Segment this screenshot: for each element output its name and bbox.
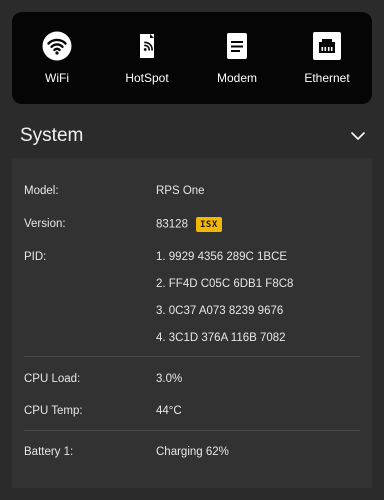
pid-item: 1. 9929 4356 289C 1BCE	[156, 251, 288, 263]
nav-wifi-label: WiFi	[45, 71, 69, 85]
pid-item: 2. FF4D C05C 6DB1 F8C8	[156, 278, 294, 290]
model-label: Model:	[24, 185, 59, 197]
divider	[24, 430, 360, 431]
section-title: System	[20, 125, 84, 146]
version-value: 83128	[156, 218, 188, 231]
model-value: RPS One	[156, 185, 205, 197]
page: WiFi HotSpot Modem Ethernet System Model…	[0, 0, 384, 500]
hotspot-icon	[140, 34, 154, 58]
nav-modem[interactable]: Modem	[197, 31, 277, 85]
version-badge: ISX	[195, 217, 222, 232]
cpu-load-value: 3.0%	[156, 373, 183, 385]
nav-modem-label: Modem	[216, 71, 257, 85]
ethernet-icon	[313, 32, 341, 60]
chevron-down-icon[interactable]	[350, 128, 366, 144]
pid-label: PID:	[24, 251, 47, 263]
battery-label: Battery 1:	[24, 446, 74, 458]
system-section-header[interactable]: System	[0, 114, 384, 158]
cpu-temp-value: 44°C	[156, 405, 182, 417]
nav-hotspot[interactable]: HotSpot	[107, 31, 187, 85]
nav-ethernet[interactable]: Ethernet	[287, 31, 367, 85]
cpu-temp-label: CPU Temp:	[24, 405, 83, 417]
cpu-load-label: CPU Load:	[24, 373, 81, 385]
system-info-card: Model: RPS One Version: 83128 ISX PID: 1.…	[12, 158, 372, 488]
wifi-icon	[42, 31, 72, 61]
nav-hotspot-label: HotSpot	[125, 71, 169, 85]
connection-bar: WiFi HotSpot Modem Ethernet	[12, 12, 372, 104]
battery-value: Charging 62%	[156, 446, 229, 458]
nav-ethernet-label: Ethernet	[304, 71, 350, 85]
divider	[24, 356, 360, 357]
version-value-wrap: 83128 ISX	[156, 217, 222, 232]
modem-icon	[227, 33, 247, 59]
pid-item: 4. 3C1D 376A 116B 7082	[156, 332, 286, 344]
pid-item: 3. 0C37 A073 8239 9676	[156, 305, 284, 317]
version-label: Version:	[24, 218, 66, 230]
nav-wifi[interactable]: WiFi	[17, 31, 97, 85]
